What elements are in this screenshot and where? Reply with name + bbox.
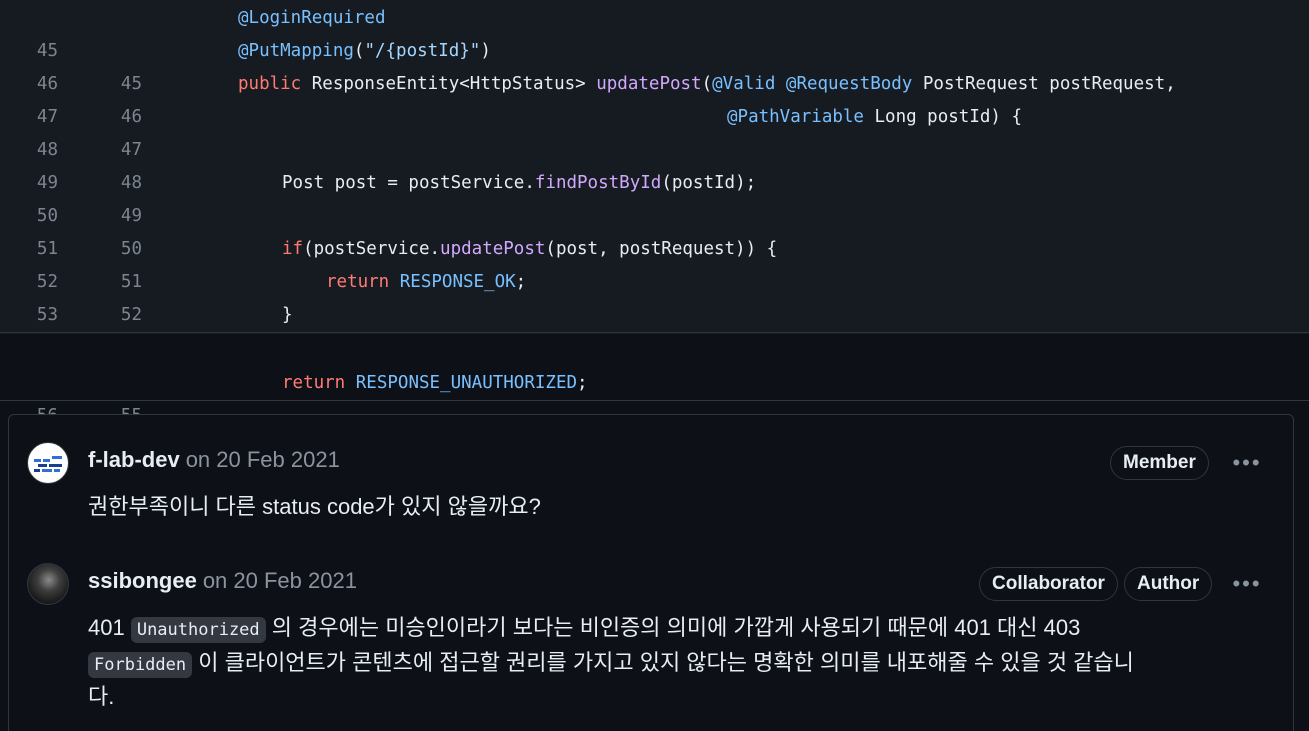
comment-timestamp[interactable]: on 20 Feb 2021 — [203, 568, 357, 593]
comment-body-line: Forbidden 이 클라이언트가 콘텐츠에 접근할 권리를 가지고 있지 않… — [88, 645, 1134, 683]
kebab-horizontal-icon[interactable]: ••• — [1229, 448, 1265, 478]
line-content: public ResponseEntity<HttpStatus> update… — [238, 74, 1176, 94]
divider — [0, 332, 1309, 333]
line-content: @PutMapping("/{postId}") — [238, 41, 491, 61]
author-badge: Author — [1124, 567, 1213, 601]
inline-code: Unauthorized — [130, 617, 266, 643]
comment-header: ssibongee on 20 Feb 2021 — [88, 567, 357, 595]
code-line: 50 50 Post post = postService.findPostBy… — [0, 167, 1309, 259]
comment-header: f-lab-dev on 20 Feb 2021 — [88, 446, 340, 474]
code-line: 46 46 @PutMapping("/{postId}") — [0, 35, 1309, 127]
code-line: 52 52 if(postService.updatePost(post, po… — [0, 233, 1309, 325]
member-badge: Member — [1110, 446, 1209, 480]
code-line: 53 53 return RESPONSE_OK; — [0, 266, 1309, 358]
code-line: 45 45 @LoginRequired — [0, 2, 1309, 94]
line-content: @PathVariable Long postId) { — [727, 107, 1023, 127]
line-content: } — [282, 305, 293, 325]
code-line: 55 55 — [0, 334, 1309, 426]
line-content: return RESPONSE_UNAUTHORIZED; — [282, 373, 588, 393]
line-content: Post post = postService.findPostById(pos… — [282, 173, 757, 193]
code-line: 51 51 — [0, 200, 1309, 292]
inline-code: Forbidden — [88, 652, 193, 678]
divider — [0, 400, 1309, 401]
line-content: @LoginRequired — [238, 8, 386, 28]
diff-code-view: 45 45 @LoginRequired 46 46 @PutMapping("… — [0, 0, 1309, 459]
comment-body-line: 다. — [88, 684, 115, 709]
comment-body-line: 401 Unauthorized 의 경우에는 미승인이라기 보다는 비인증의 … — [88, 610, 1080, 648]
avatar[interactable] — [27, 563, 69, 605]
line-content: return RESPONSE_OK; — [326, 272, 527, 292]
comment-body: 권한부족이니 다른 status code가 있지 않을까요? — [88, 494, 541, 519]
author-link[interactable]: ssibongee — [88, 568, 197, 593]
collaborator-badge: Collaborator — [979, 567, 1118, 601]
kebab-horizontal-icon[interactable]: ••• — [1229, 569, 1265, 599]
code-line: 49 49 — [0, 134, 1309, 226]
avatar[interactable] — [27, 442, 69, 484]
review-thread: f-lab-dev on 20 Feb 2021 Member ••• 권한부족이… — [8, 414, 1294, 731]
code-line: 48 48 @PathVariable Long postId) { — [0, 101, 1309, 193]
code-line: 54 54 } — [0, 299, 1309, 391]
f-lab-logo-icon — [34, 456, 62, 472]
code-line: 56 56 return RESPONSE_UNAUTHORIZED; — [0, 367, 1309, 459]
author-link[interactable]: f-lab-dev — [88, 447, 180, 472]
code-line: 47 47 public ResponseEntity<HttpStatus> … — [0, 68, 1309, 160]
comment-timestamp[interactable]: on 20 Feb 2021 — [186, 447, 340, 472]
line-content: if(postService.updatePost(post, postRequ… — [282, 239, 778, 259]
